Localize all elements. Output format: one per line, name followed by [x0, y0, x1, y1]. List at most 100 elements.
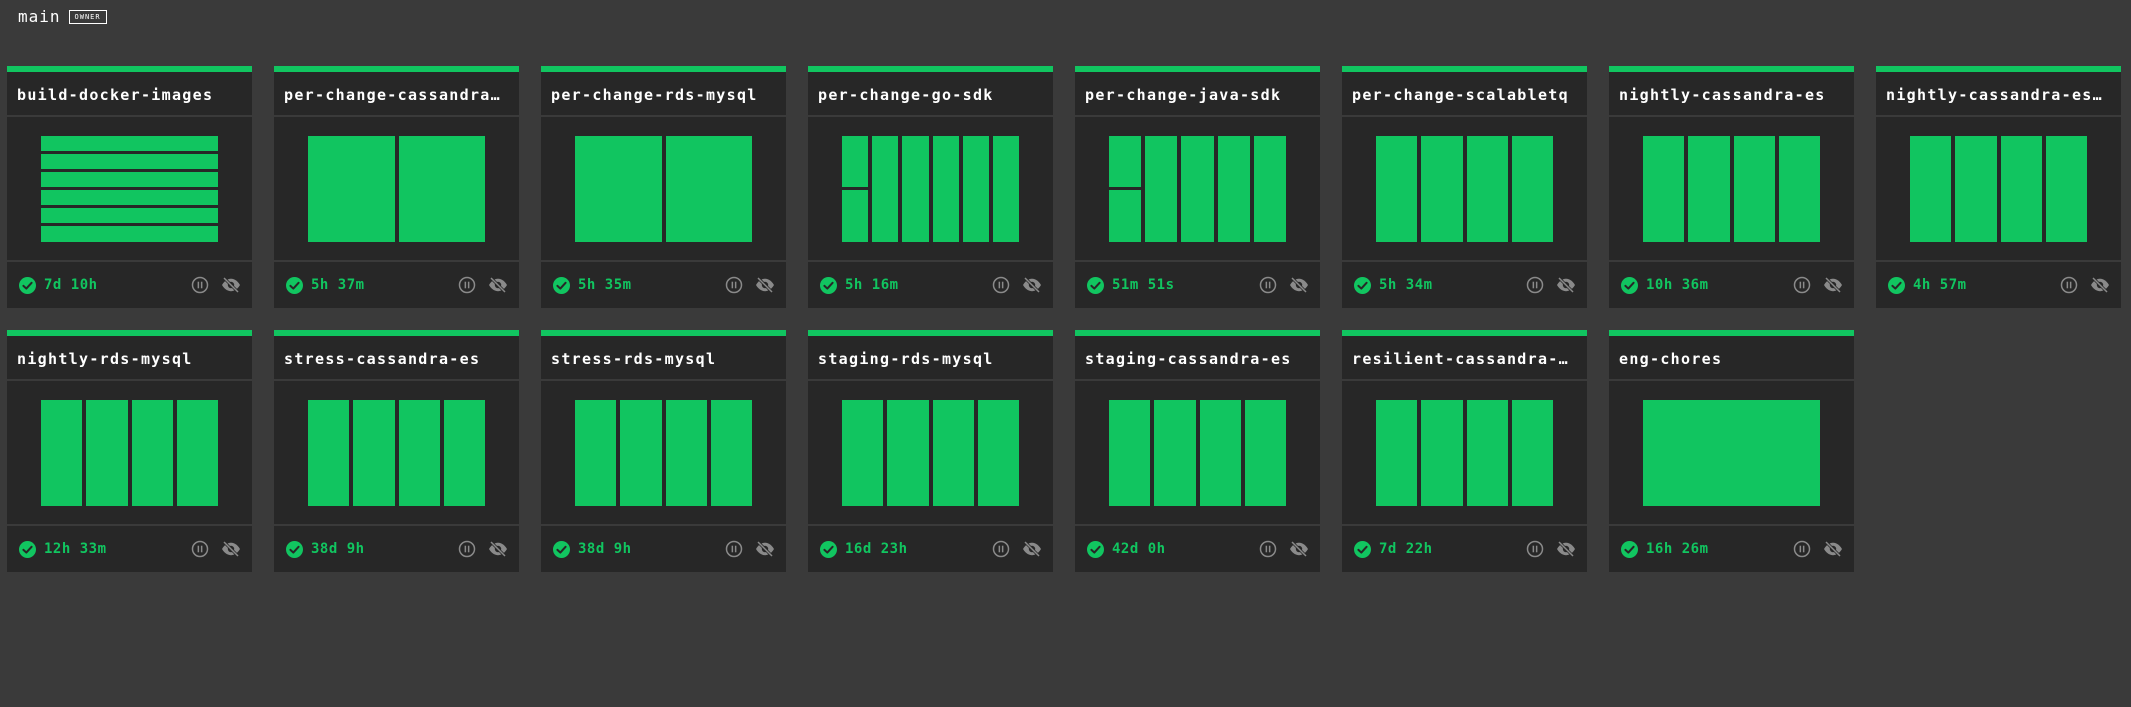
pipeline-preview[interactable] — [7, 117, 252, 262]
job-box[interactable] — [1910, 135, 1952, 242]
job-box[interactable] — [176, 399, 218, 506]
job-box[interactable] — [308, 399, 350, 506]
pipeline-preview[interactable] — [1609, 117, 1854, 262]
job-box[interactable] — [1109, 190, 1142, 242]
job-box[interactable] — [1181, 135, 1214, 242]
job-box[interactable] — [41, 399, 83, 506]
eye-slash-icon[interactable] — [1555, 275, 1577, 295]
pipeline-card[interactable]: staging-rds-mysql 16d 23h — [808, 330, 1053, 572]
pipeline-preview[interactable] — [1342, 381, 1587, 526]
pipeline-card[interactable]: nightly-rds-mysql 12h 33m — [7, 330, 252, 572]
job-box[interactable] — [41, 208, 218, 224]
eye-slash-icon[interactable] — [2089, 275, 2111, 295]
pipeline-card[interactable]: resilient-cassandra-es 7d 22h — [1342, 330, 1587, 572]
job-box[interactable] — [1217, 135, 1250, 242]
pipeline-name[interactable]: resilient-cassandra-es — [1342, 336, 1587, 381]
pipeline-card[interactable]: per-change-cassandra-… 5h 37m — [274, 66, 519, 308]
job-box[interactable] — [1733, 135, 1775, 242]
pipeline-name[interactable]: nightly-rds-mysql — [7, 336, 252, 381]
pause-circle-icon[interactable] — [991, 539, 1011, 559]
job-box[interactable] — [1376, 135, 1418, 242]
pipeline-name[interactable]: stress-rds-mysql — [541, 336, 786, 381]
pipeline-preview[interactable] — [1609, 381, 1854, 526]
job-box[interactable] — [902, 135, 929, 242]
job-box[interactable] — [41, 171, 218, 188]
eye-slash-icon[interactable] — [1288, 539, 1310, 559]
eye-slash-icon[interactable] — [1822, 539, 1844, 559]
pipeline-card[interactable]: staging-cassandra-es 42d 0h — [1075, 330, 1320, 572]
eye-slash-icon[interactable] — [220, 539, 242, 559]
job-box[interactable] — [1688, 135, 1730, 242]
pause-circle-icon[interactable] — [1792, 275, 1812, 295]
pipeline-preview[interactable] — [1075, 381, 1320, 526]
job-box[interactable] — [575, 135, 662, 242]
pause-circle-icon[interactable] — [457, 275, 477, 295]
pipeline-card[interactable]: stress-cassandra-es 38d 9h — [274, 330, 519, 572]
job-box[interactable] — [1421, 135, 1463, 242]
job-box[interactable] — [353, 399, 395, 506]
job-box[interactable] — [1466, 135, 1508, 242]
job-box[interactable] — [1376, 399, 1418, 506]
pipeline-name[interactable]: per-change-java-sdk — [1075, 72, 1320, 117]
eye-slash-icon[interactable] — [1021, 539, 1043, 559]
pipeline-preview[interactable] — [274, 117, 519, 262]
job-box[interactable] — [665, 399, 707, 506]
job-box[interactable] — [665, 135, 752, 242]
job-box[interactable] — [1955, 135, 1997, 242]
job-box[interactable] — [1421, 399, 1463, 506]
pipeline-name[interactable]: per-change-rds-mysql — [541, 72, 786, 117]
eye-slash-icon[interactable] — [754, 275, 776, 295]
job-box[interactable] — [842, 399, 884, 506]
job-box[interactable] — [842, 135, 869, 187]
job-box[interactable] — [1511, 399, 1553, 506]
pause-circle-icon[interactable] — [1258, 539, 1278, 559]
pause-circle-icon[interactable] — [2059, 275, 2079, 295]
job-box[interactable] — [1244, 399, 1286, 506]
pipeline-name[interactable]: per-change-go-sdk — [808, 72, 1053, 117]
job-box[interactable] — [2000, 135, 2042, 242]
job-box[interactable] — [86, 399, 128, 506]
job-box[interactable] — [710, 399, 752, 506]
pipeline-card[interactable]: stress-rds-mysql 38d 9h — [541, 330, 786, 572]
pipeline-name[interactable]: per-change-cassandra-… — [274, 72, 519, 117]
job-box[interactable] — [1643, 135, 1685, 242]
job-box[interactable] — [962, 135, 989, 242]
job-box[interactable] — [398, 399, 440, 506]
pipeline-card[interactable]: per-change-scalabletq 5h 34m — [1342, 66, 1587, 308]
job-box[interactable] — [41, 190, 218, 206]
eye-slash-icon[interactable] — [754, 539, 776, 559]
pipeline-card[interactable]: per-change-go-sdk 5h 16m — [808, 66, 1053, 308]
pipeline-preview[interactable] — [541, 117, 786, 262]
pipeline-card[interactable]: per-change-rds-mysql 5h 35m — [541, 66, 786, 308]
pause-circle-icon[interactable] — [991, 275, 1011, 295]
pipeline-card[interactable]: build-docker-images 7d 10h — [7, 66, 252, 308]
pipeline-name[interactable]: eng-chores — [1609, 336, 1854, 381]
pipeline-preview[interactable] — [1075, 117, 1320, 262]
pipeline-preview[interactable] — [274, 381, 519, 526]
job-box[interactable] — [1109, 135, 1142, 187]
job-box[interactable] — [932, 399, 974, 506]
job-box[interactable] — [977, 399, 1019, 506]
job-box[interactable] — [398, 135, 485, 242]
pause-circle-icon[interactable] — [457, 539, 477, 559]
job-box[interactable] — [41, 135, 218, 151]
job-box[interactable] — [1778, 135, 1820, 242]
job-box[interactable] — [620, 399, 662, 506]
pause-circle-icon[interactable] — [190, 539, 210, 559]
pipeline-name[interactable]: staging-rds-mysql — [808, 336, 1053, 381]
pipeline-preview[interactable] — [1342, 117, 1587, 262]
job-box[interactable] — [872, 135, 899, 242]
job-box[interactable] — [1145, 135, 1178, 242]
job-box[interactable] — [1109, 399, 1151, 506]
pipeline-name[interactable]: build-docker-images — [7, 72, 252, 117]
pipeline-card[interactable]: per-change-java-sdk 51m 51s — [1075, 66, 1320, 308]
job-box[interactable] — [443, 399, 485, 506]
job-box[interactable] — [41, 226, 218, 242]
pipeline-card[interactable]: eng-chores 16h 26m — [1609, 330, 1854, 572]
job-box[interactable] — [1466, 399, 1508, 506]
pipeline-name[interactable]: stress-cassandra-es — [274, 336, 519, 381]
job-box[interactable] — [41, 153, 218, 169]
pause-circle-icon[interactable] — [724, 275, 744, 295]
pipeline-preview[interactable] — [7, 381, 252, 526]
pipeline-preview[interactable] — [541, 381, 786, 526]
